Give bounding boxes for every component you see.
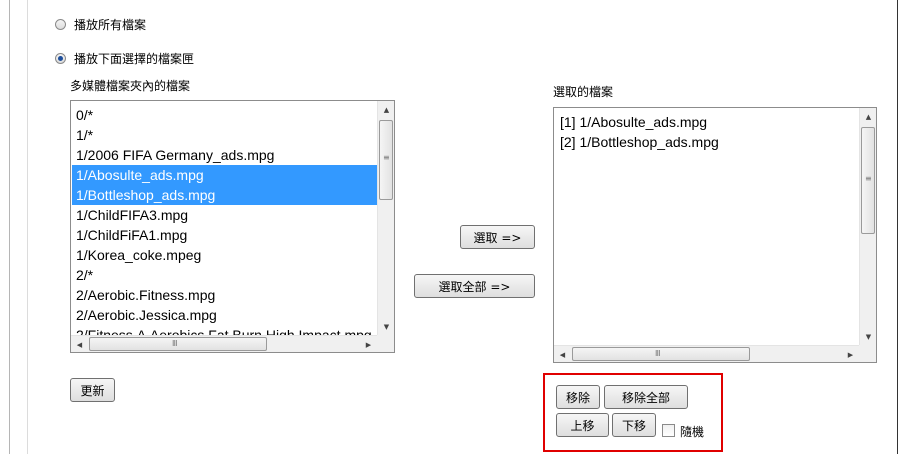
random-checkbox[interactable] <box>662 424 675 437</box>
selected-list-label: 選取的檔案 <box>553 85 614 99</box>
scroll-thumb[interactable]: Ⅲ <box>572 347 750 361</box>
selected-list-items: [1] 1/Abosulte_ads.mpg [2] 1/Bottleshop_… <box>556 112 856 342</box>
scroll-right-arrow-icon[interactable]: ▶ <box>360 336 377 352</box>
scroll-down-arrow-icon[interactable]: ▼ <box>860 328 876 345</box>
refresh-button[interactable]: 更新 <box>70 378 115 402</box>
scroll-up-arrow-icon[interactable]: ▲ <box>860 108 876 125</box>
play-all-label: 播放所有檔案 <box>74 18 147 32</box>
select-all-button[interactable]: 選取全部 => <box>414 274 535 298</box>
remove-all-button[interactable]: 移除全部 <box>604 385 688 409</box>
page-border-left <box>9 0 10 454</box>
scrollbar-corner <box>859 345 876 362</box>
remove-button[interactable]: 移除 <box>556 385 600 409</box>
scroll-right-arrow-icon[interactable]: ▶ <box>842 346 859 362</box>
source-list-label: 多媒體檔案夾內的檔案 <box>70 79 191 93</box>
source-vertical-scrollbar[interactable]: ▲ ≡ ▼ <box>377 101 394 335</box>
play-selected-option[interactable]: 播放下面選擇的檔案匣 <box>55 50 194 67</box>
source-file-list[interactable]: 0/* 1/* 1/2006 FIFA Germany_ads.mpg 1/Ab… <box>70 100 395 353</box>
scroll-thumb[interactable]: ≡ <box>379 120 393 200</box>
move-up-button[interactable]: 上移 <box>556 413 609 437</box>
list-item[interactable]: 1/ChildFiFA1.mpg <box>72 225 378 245</box>
move-down-button[interactable]: 下移 <box>612 413 656 437</box>
grip-icon: ≡ <box>865 174 872 183</box>
list-item[interactable]: 1/ChildFIFA3.mpg <box>72 205 378 225</box>
list-item[interactable]: 0/* <box>72 105 378 125</box>
scroll-thumb[interactable]: ≡ <box>861 127 875 234</box>
play-selected-radio[interactable] <box>55 53 66 64</box>
selected-vertical-scrollbar[interactable]: ▲ ≡ ▼ <box>859 108 876 345</box>
select-button[interactable]: 選取 => <box>460 225 535 249</box>
scroll-thumb[interactable]: Ⅲ <box>89 337 267 351</box>
list-item[interactable]: 1/* <box>72 125 378 145</box>
scroll-left-arrow-icon[interactable]: ◀ <box>71 336 88 352</box>
source-horizontal-scrollbar[interactable]: ◀ Ⅲ ▶ <box>71 335 377 352</box>
scrollbar-corner <box>377 335 394 352</box>
page-border-inner <box>27 0 28 454</box>
list-item-selected[interactable]: 1/Bottleshop_ads.mpg <box>72 185 378 205</box>
grip-icon: ≡ <box>383 153 390 162</box>
list-item[interactable]: 2/Aerobic.Fitness.mpg <box>72 285 378 305</box>
list-item[interactable]: 2/Aerobic.Jessica.mpg <box>72 305 378 325</box>
random-label: 隨機 <box>680 425 705 439</box>
list-item[interactable]: 1/Korea_coke.mpeg <box>72 245 378 265</box>
selected-file-list[interactable]: [1] 1/Abosulte_ads.mpg [2] 1/Bottleshop_… <box>553 107 877 363</box>
scroll-down-arrow-icon[interactable]: ▼ <box>378 318 394 335</box>
source-list-items: 0/* 1/* 1/2006 FIFA Germany_ads.mpg 1/Ab… <box>72 105 378 335</box>
scroll-left-arrow-icon[interactable]: ◀ <box>554 346 571 362</box>
list-item[interactable]: 2/* <box>72 265 378 285</box>
list-item-selected[interactable]: 1/Abosulte_ads.mpg <box>72 165 378 185</box>
play-selected-label: 播放下面選擇的檔案匣 <box>74 52 195 66</box>
list-item[interactable]: 2/Fitness.A.Aerobics.Fat.Burn.High.Impac… <box>72 325 378 335</box>
list-item[interactable]: 1/2006 FIFA Germany_ads.mpg <box>72 145 378 165</box>
selected-horizontal-scrollbar[interactable]: ◀ Ⅲ ▶ <box>554 345 859 362</box>
page-border-right <box>897 0 898 454</box>
play-all-option[interactable]: 播放所有檔案 <box>55 16 146 33</box>
list-item[interactable]: [2] 1/Bottleshop_ads.mpg <box>556 132 856 152</box>
list-item[interactable]: [1] 1/Abosulte_ads.mpg <box>556 112 856 132</box>
grip-icon: Ⅲ <box>655 349 661 358</box>
play-all-radio[interactable] <box>55 19 66 30</box>
scroll-up-arrow-icon[interactable]: ▲ <box>378 101 394 118</box>
grip-icon: Ⅲ <box>172 339 178 348</box>
